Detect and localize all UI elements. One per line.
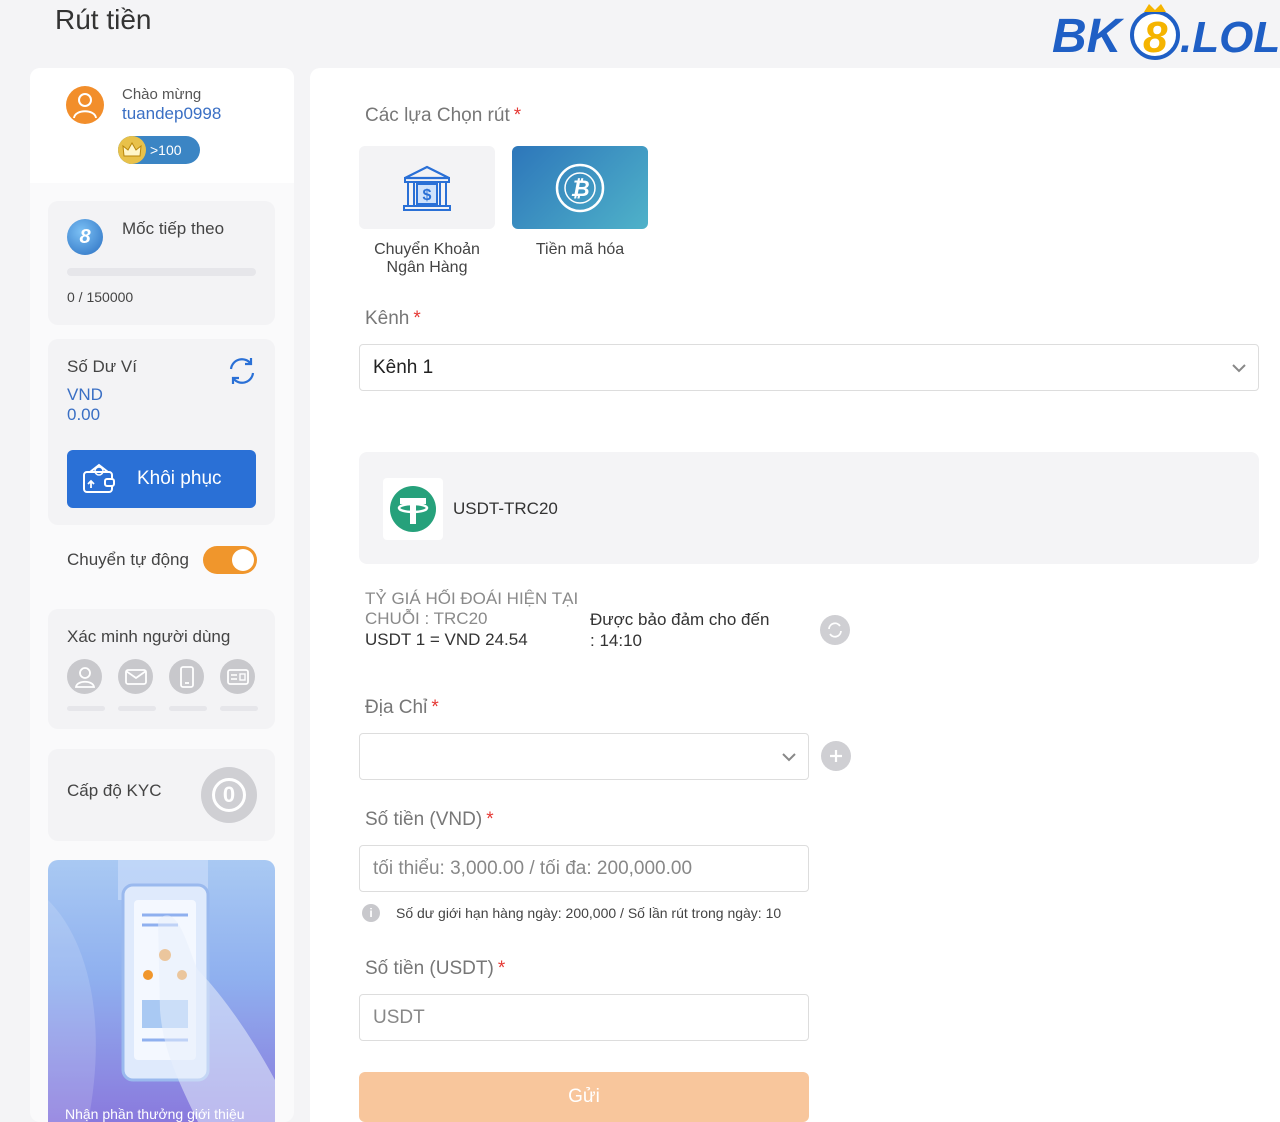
limit-note: i Số dư giới hạn hàng ngày: 200,000 / Số… bbox=[362, 904, 781, 922]
milestone-icon: 8 bbox=[67, 219, 103, 255]
rate-guarantee: Được bảo đảm cho đến: 14:10 bbox=[590, 610, 770, 650]
amount-vnd-label: Số tiền (VND) * bbox=[365, 809, 494, 830]
wallet-amount: 0.00 bbox=[67, 405, 101, 424]
withdraw-form: Các lựa Chọn rút * $ Chuyển Khoản Ngân Hàn… bbox=[310, 68, 1280, 1122]
verify-id-card-item[interactable] bbox=[220, 659, 258, 711]
address-label: Địa Chỉ * bbox=[365, 697, 439, 718]
wallet-balance-card: Số Dư Ví VND 0.00 Khôi phục bbox=[48, 339, 275, 525]
user-verification-label: Xác minh người dùng bbox=[67, 627, 231, 646]
wallet-restore-icon bbox=[83, 463, 115, 493]
withdraw-options-label: Các lựa Chọn rút * bbox=[365, 105, 522, 126]
avatar[interactable] bbox=[66, 86, 104, 124]
auto-transfer-label: Chuyển tự động bbox=[67, 550, 189, 569]
channel-select[interactable]: Kênh 1 bbox=[359, 344, 1259, 391]
milestone-value: 0 / 150000 bbox=[67, 289, 134, 305]
bitcoin-icon: ₿ bbox=[555, 163, 605, 212]
address-select[interactable] bbox=[359, 733, 809, 780]
referral-promo-banner[interactable]: Nhận phần thưởng giới thiệu bbox=[48, 860, 275, 1122]
amount-usdt-label: Số tiền (USDT) * bbox=[365, 958, 506, 979]
auto-transfer-row: Chuyển tự động bbox=[67, 546, 257, 576]
email-icon bbox=[124, 668, 147, 685]
limit-note-text: Số dư giới hạn hàng ngày: 200,000 / Số l… bbox=[396, 905, 782, 921]
crown-icon bbox=[118, 136, 146, 164]
vip-level: >100 bbox=[150, 142, 182, 158]
bank-icon: $ bbox=[403, 165, 451, 211]
rate-refresh-icon[interactable] bbox=[820, 615, 850, 645]
method-crypto-name: Tiền mã hóa bbox=[535, 241, 625, 258]
plus-icon bbox=[830, 750, 842, 762]
user-verification-card: Xác minh người dùng bbox=[48, 609, 275, 729]
wallet-currency: VND bbox=[67, 385, 103, 404]
kyc-level-value: 0 bbox=[212, 778, 246, 812]
exchange-rate-value: USDT 1 = VND 24.54 bbox=[365, 630, 528, 649]
svg-text:$: $ bbox=[423, 187, 432, 204]
channel-value: Kênh 1 bbox=[373, 356, 434, 378]
user-icon bbox=[73, 93, 97, 119]
method-bank-transfer[interactable]: $ Chuyển Khoản Ngân Hàng bbox=[359, 146, 495, 277]
svg-text:BK: BK bbox=[1052, 10, 1125, 63]
amount-usdt-input[interactable] bbox=[359, 994, 809, 1041]
submit-button[interactable]: Gửi bbox=[359, 1072, 809, 1122]
amount-vnd-input[interactable] bbox=[359, 845, 809, 892]
chevron-down-icon bbox=[1232, 364, 1246, 373]
chain-label: CHUỖI : TRC20 bbox=[365, 609, 488, 628]
page-title: Rút tiền bbox=[55, 4, 152, 35]
brand-logo[interactable]: BK 8 .LOL bbox=[1052, 2, 1280, 68]
vip-badge[interactable]: >100 bbox=[118, 136, 200, 164]
milestone-label: Mốc tiếp theo bbox=[122, 219, 225, 238]
user-icon bbox=[74, 666, 95, 688]
method-crypto[interactable]: ₿ Tiền mã hóa bbox=[512, 146, 648, 259]
referral-promo-text: Nhận phần thưởng giới thiệu bbox=[65, 1106, 245, 1122]
svg-text:8: 8 bbox=[1143, 13, 1168, 62]
greeting-text: Chào mừng bbox=[122, 86, 202, 103]
welcome-panel: Chào mừng tuandep0998 >100 bbox=[30, 68, 294, 183]
kyc-level-badge: 0 bbox=[201, 767, 257, 823]
tether-icon bbox=[383, 478, 443, 540]
kyc-level-card: Cấp độ KYC 0 bbox=[48, 749, 275, 841]
add-address-button[interactable] bbox=[821, 741, 851, 771]
method-bank-name-line2: Ngân Hàng bbox=[386, 259, 468, 276]
id-card-icon bbox=[226, 668, 249, 685]
channel-label: Kênh * bbox=[365, 308, 421, 329]
svg-text:.LOL: .LOL bbox=[1180, 13, 1280, 62]
svg-text:₿: ₿ bbox=[570, 176, 589, 201]
token-card[interactable]: USDT-TRC20 bbox=[359, 452, 1259, 564]
username: tuandep0998 bbox=[122, 104, 222, 123]
kyc-level-label: Cấp độ KYC bbox=[67, 781, 162, 800]
milestone-progress-bar bbox=[67, 268, 256, 276]
verify-user-item[interactable] bbox=[67, 659, 105, 711]
restore-button[interactable]: Khôi phục bbox=[67, 450, 256, 508]
milestone-card: 8 Mốc tiếp theo 0 / 150000 bbox=[48, 201, 275, 325]
method-bank-name-line1: Chuyển Khoản bbox=[374, 241, 480, 258]
token-name: USDT-TRC20 bbox=[453, 499, 558, 518]
phone-icon bbox=[179, 665, 194, 688]
exchange-rate-heading: TỶ GIÁ HỐI ĐOÁI HIỆN TẠI CHUỖI : TRC20 bbox=[365, 589, 579, 628]
info-icon: i bbox=[362, 904, 380, 922]
refresh-icon[interactable] bbox=[226, 355, 258, 387]
auto-transfer-toggle[interactable] bbox=[203, 546, 257, 574]
verify-email-item[interactable] bbox=[118, 659, 156, 711]
promo-illustration bbox=[48, 860, 275, 1122]
sidebar: Chào mừng tuandep0998 >100 8 Mốc tiếp th… bbox=[30, 68, 294, 1122]
chevron-down-icon bbox=[782, 753, 796, 762]
verify-phone-item[interactable] bbox=[169, 659, 207, 711]
wallet-balance-label: Số Dư Ví bbox=[67, 357, 137, 376]
restore-label: Khôi phục bbox=[137, 468, 222, 489]
